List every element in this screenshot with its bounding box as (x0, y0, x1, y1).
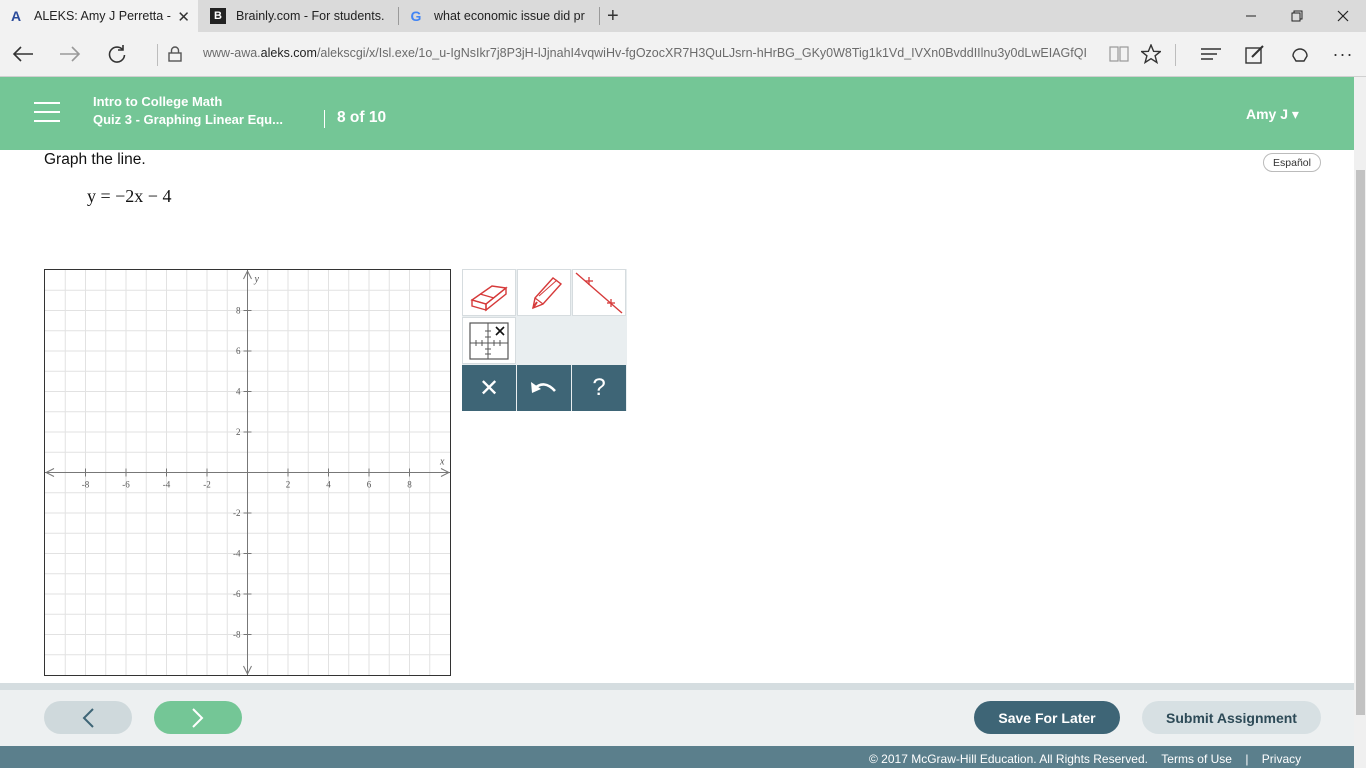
brainly-favicon-icon: B (210, 8, 226, 24)
x-tick-label: -2 (203, 480, 211, 490)
tab-google[interactable]: G what economic issue did pr (400, 0, 596, 32)
more-options-icon[interactable]: ··· (1326, 38, 1360, 70)
browser-tab-bar: A ALEKS: Amy J Perretta - ✕ B Brainly.co… (0, 0, 1366, 32)
espanol-button[interactable]: Español (1263, 153, 1321, 172)
scrollbar-thumb[interactable] (1356, 170, 1365, 715)
tab-title: Brainly.com - For students. (236, 9, 385, 23)
line-tool-button[interactable] (572, 269, 626, 316)
quiz-title: Quiz 3 - Graphing Linear Equ... (93, 112, 283, 127)
x-tick-label: 4 (326, 480, 331, 490)
window-close-icon[interactable] (1320, 0, 1366, 32)
restore-icon[interactable] (1274, 0, 1320, 32)
hub-icon[interactable] (1194, 38, 1228, 70)
footer-divider (0, 683, 1354, 690)
web-note-icon[interactable] (1238, 38, 1272, 70)
y-tick-label: -4 (233, 549, 241, 559)
submit-assignment-button[interactable]: Submit Assignment (1142, 701, 1321, 734)
x-tick-label: 6 (367, 480, 372, 490)
pencil-icon (532, 276, 563, 309)
equation: y = −2x − 4 (87, 186, 172, 206)
privacy-link[interactable]: Privacy (1262, 752, 1301, 766)
aleks-header: Intro to College Math Quiz 3 - Graphing … (0, 77, 1354, 150)
course-title: Intro to College Math (93, 94, 223, 109)
question-progress: 8 of 10 (337, 109, 387, 126)
previous-question-button[interactable] (44, 701, 132, 734)
new-tab-button[interactable]: + (607, 5, 619, 28)
help-button[interactable]: ? (572, 365, 626, 411)
close-icon[interactable]: ✕ (177, 8, 190, 26)
undo-icon (531, 382, 556, 393)
grid-settings-button[interactable] (462, 317, 516, 364)
aleks-favicon-icon: A (10, 8, 22, 24)
eraser-icon (470, 284, 508, 311)
header-divider (324, 110, 325, 128)
tab-aleks[interactable]: A ALEKS: Amy J Perretta - ✕ (0, 0, 198, 32)
x-tick-label: -6 (122, 480, 130, 490)
url-field[interactable]: www-awa.aleks.com/alekscgi/x/Isl.exe/1o_… (203, 46, 1093, 60)
clear-button[interactable]: ✕ (462, 365, 516, 411)
copyright-line: © 2017 McGraw-Hill Education. All Rights… (869, 752, 1301, 766)
tab-brainly[interactable]: B Brainly.com - For students. (202, 0, 397, 32)
y-tick-label: 6 (236, 346, 241, 356)
chevron-left-icon (82, 707, 94, 728)
back-arrow-icon[interactable] (6, 38, 40, 70)
favorite-star-icon[interactable] (1134, 38, 1168, 70)
y-tick-label: 4 (236, 387, 241, 397)
share-icon[interactable] (1283, 38, 1317, 70)
reading-view-icon[interactable] (1102, 38, 1136, 70)
minimize-icon[interactable] (1228, 0, 1274, 32)
x-tick-label: -4 (163, 480, 171, 490)
next-question-button[interactable] (154, 701, 242, 734)
tab-divider (398, 7, 399, 25)
line-tool-icon (575, 271, 623, 314)
lock-icon[interactable] (158, 38, 192, 70)
x-tick-label: 8 (407, 480, 412, 490)
undo-button[interactable] (517, 365, 571, 411)
chevron-right-icon (192, 707, 204, 728)
y-tick-label: 2 (236, 427, 241, 437)
eraser-tool-button[interactable] (462, 269, 516, 316)
y-tick-label: -6 (233, 589, 241, 599)
x-tick-label: -8 (82, 480, 90, 490)
save-for-later-button[interactable]: Save For Later (974, 701, 1120, 734)
question-instruction: Graph the line. (44, 151, 146, 168)
terms-of-use-link[interactable]: Terms of Use (1161, 752, 1232, 766)
user-menu[interactable]: Amy J ▾ (1246, 106, 1299, 123)
graph-canvas[interactable]: -8 -6 -4 -2 2 4 6 8 8 6 4 2 -2 -4 -6 -8 x y (44, 269, 451, 676)
tab-title: ALEKS: Amy J Perretta - (34, 9, 171, 23)
copyright-text: © 2017 McGraw-Hill Education. All Rights… (869, 752, 1148, 766)
address-bar: www-awa.aleks.com/alekscgi/x/Isl.exe/1o_… (0, 32, 1366, 77)
forward-arrow-icon[interactable] (53, 38, 87, 70)
page-scrollbar[interactable] (1354, 77, 1366, 768)
nav-divider (1175, 44, 1176, 66)
x-tick-label: 2 (286, 480, 291, 490)
google-favicon-icon: G (410, 8, 422, 24)
tab-divider (599, 7, 600, 25)
refresh-icon[interactable] (100, 38, 134, 70)
y-tick-label: 8 (236, 306, 241, 316)
pencil-tool-button[interactable] (517, 269, 571, 316)
tab-title: what economic issue did pr (434, 9, 585, 23)
x-axis-label: x (439, 457, 445, 468)
y-axis-label: y (254, 274, 260, 285)
footer-divider-bar: | (1245, 752, 1249, 766)
graph-tool-palette: ✕ ? (462, 269, 627, 411)
grid-settings-icon (469, 321, 509, 360)
menu-icon[interactable] (34, 102, 60, 122)
y-tick-label: -8 (233, 630, 241, 640)
y-tick-label: -2 (233, 508, 241, 518)
